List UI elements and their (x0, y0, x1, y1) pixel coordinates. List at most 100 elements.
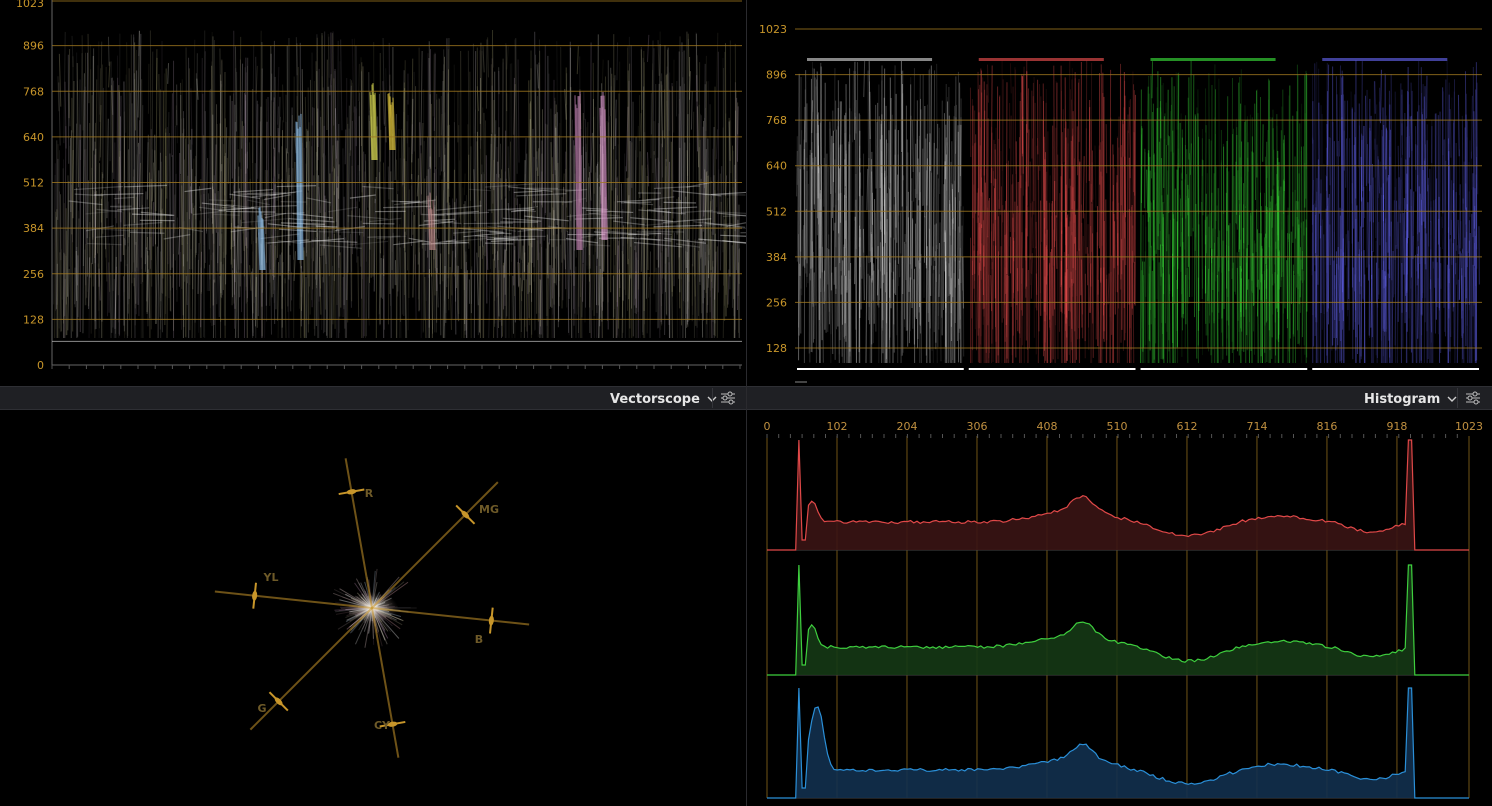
parade-trace-red (1009, 63, 1012, 94)
parade-trace-blue (1373, 255, 1375, 364)
histogram-tick-label: 306 (966, 420, 987, 433)
waveform-trace (150, 237, 152, 330)
vectorscope-skin-line (344, 458, 373, 609)
waveform-trace (63, 31, 66, 144)
scope-type-label: Vectorscope (610, 391, 700, 407)
waveform-trace (294, 161, 296, 183)
waveform-trace (696, 239, 699, 328)
parade-trace-luma (801, 229, 804, 296)
parade-trace-green (1160, 244, 1162, 277)
waveform-trace (565, 104, 568, 208)
waveform-trace (290, 107, 293, 241)
waveform-trace (362, 222, 395, 225)
waveform-trace (640, 207, 643, 272)
parade-trace-red (1091, 150, 1094, 358)
parade-trace-red (1097, 279, 1100, 364)
parade-trace-green (1205, 216, 1208, 254)
waveform-trace (468, 226, 470, 249)
parade-trace-green (1144, 152, 1147, 297)
parade-tick-label: 1023 (759, 23, 787, 36)
waveform-trace (158, 273, 161, 318)
parade-trace-luma (829, 165, 832, 335)
vectorscope: R MG B CY G YL (0, 410, 746, 806)
parade-trace-blue (1433, 200, 1436, 288)
waveform-trace (439, 253, 442, 285)
waveform-trace (498, 173, 501, 322)
parade-trace-luma (874, 212, 877, 332)
parade-trace-luma (816, 79, 818, 219)
waveform-trace (345, 77, 348, 339)
scope-settings-button[interactable] (712, 388, 743, 408)
parade-trace-red (1048, 264, 1051, 330)
parade-trace-luma (827, 166, 829, 332)
parade-trace-blue (1318, 102, 1320, 214)
waveform-trace (517, 59, 520, 163)
parade-clip-luma (807, 58, 933, 61)
parade-trace-green (1187, 97, 1190, 160)
waveform-trace (560, 46, 562, 233)
parade-trace-luma (943, 161, 946, 243)
sliders-icon (1466, 391, 1480, 405)
parade-trace-blue (1383, 73, 1386, 199)
waveform-trace (167, 112, 170, 187)
waveform-trace (289, 254, 292, 312)
parade-trace-green (1253, 240, 1255, 332)
waveform-trace (98, 163, 101, 287)
waveform-tick-label: 768 (23, 85, 44, 98)
waveform-trace (250, 205, 297, 208)
scope-type-dropdown[interactable]: Histogram (1364, 390, 1458, 408)
scope-type-dropdown[interactable]: Vectorscope (610, 390, 718, 408)
waveform-trace (109, 61, 112, 162)
waveform-trace (330, 32, 333, 240)
waveform-trace (284, 278, 287, 339)
parade-trace-green (1221, 210, 1224, 347)
waveform-tick-label: 896 (23, 40, 44, 53)
waveform-trace (403, 82, 406, 251)
waveform-trace (162, 90, 165, 279)
parade-trace-blue (1427, 184, 1430, 247)
waveform-trace (61, 249, 63, 300)
waveform-trace (265, 98, 268, 200)
parade-trace-luma (815, 133, 817, 306)
parade-tick-label: 896 (766, 69, 787, 82)
parade-trace-blue (1464, 114, 1467, 210)
parade-trace-blue (1374, 81, 1376, 114)
waveform-trace (314, 237, 317, 336)
parade-trace-luma (961, 225, 963, 364)
waveform-trace (232, 93, 234, 219)
waveform-trace (207, 193, 210, 250)
waveform-trace (57, 76, 60, 112)
waveform-trace (165, 155, 167, 314)
waveform-trace (463, 173, 466, 196)
parade-trace-red (1054, 127, 1057, 201)
waveform-trace (487, 37, 490, 78)
parade-tick-label: 512 (766, 205, 787, 218)
parade-trace-blue (1365, 95, 1367, 186)
waveform-scope: 1023 896 768 640 512 384 256 128 0 (0, 0, 746, 386)
waveform-trace (146, 134, 149, 200)
waveform-trace (239, 168, 242, 297)
parade-trace-blue (1387, 273, 1390, 341)
parade-trace-luma (843, 212, 846, 339)
scope-settings-button[interactable] (1457, 388, 1488, 408)
waveform-trace (304, 96, 307, 148)
waveform-trace (60, 194, 62, 332)
parade-trace-blue (1471, 95, 1473, 159)
waveform-trace (707, 260, 710, 306)
vectorscope-target-dot (346, 489, 357, 495)
parade-trace-red (1021, 74, 1024, 157)
parade-trace-green (1141, 259, 1143, 364)
waveform-trace (702, 193, 746, 196)
parade-trace-red (996, 86, 999, 364)
histogram-tick-label: 612 (1176, 420, 1197, 433)
waveform-trace (469, 188, 492, 192)
waveform-tick-label: 512 (23, 177, 44, 190)
waveform-trace (155, 57, 158, 212)
waveform-trace (414, 86, 417, 275)
parade-trace-red (1055, 215, 1058, 269)
histogram-tick-label: 1023 (1455, 420, 1483, 433)
parade-trace-blue (1463, 161, 1465, 334)
parade-trace-blue (1353, 144, 1355, 229)
waveform-trace (451, 250, 454, 273)
waveform-trace (715, 129, 719, 160)
